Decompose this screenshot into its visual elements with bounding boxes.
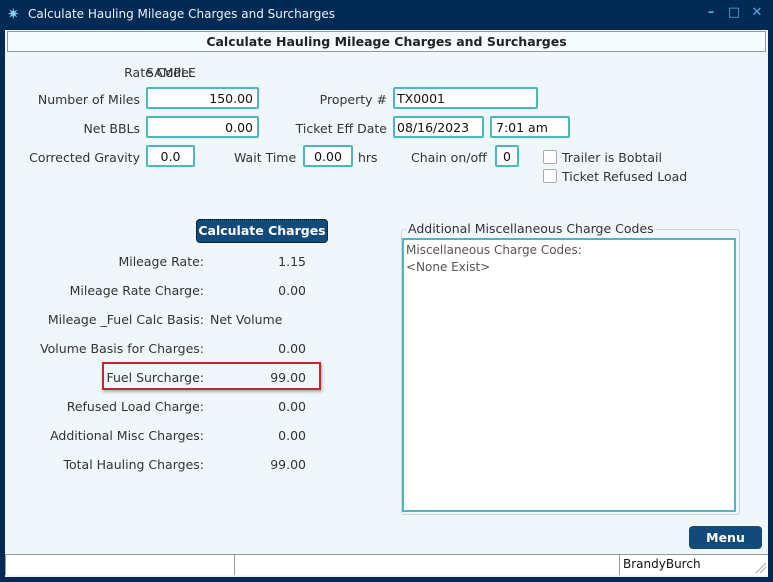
misc-charge-codes-textarea[interactable]: Miscellaneous Charge Codes: <None Exist> [402,238,736,512]
result-label: Total Hauling Charges: [63,457,204,472]
refused-load-label[interactable]: Ticket Refused Load [562,169,687,184]
result-value: 0.00 [278,428,306,443]
window-title: Calculate Hauling Mileage Charges and Su… [28,7,336,21]
status-username: BrandyBurch [623,557,701,571]
result-label: Additional Misc Charges: [50,428,204,443]
bobtail-checkbox[interactable] [543,150,557,164]
miles-label: Number of Miles [37,92,140,107]
property-input[interactable] [393,87,538,109]
result-value: 0.00 [278,399,306,414]
close-button[interactable]: ✕ [750,6,764,20]
property-label: Property # [319,92,387,107]
status-user: BrandyBurch [619,554,768,575]
result-value: 0.00 [278,283,306,298]
result-label: Mileage _Fuel Calc Basis: [47,312,204,327]
minimize-button[interactable]: – [704,6,718,20]
misc-codes-heading: Miscellaneous Charge Codes: [406,243,582,257]
gravity-label: Corrected Gravity [29,150,140,165]
result-label: Volume Basis for Charges: [40,341,204,356]
result-label: Mileage Rate: [118,254,204,269]
status-panel-2 [234,554,619,575]
result-label: Fuel Surcharge: [106,370,205,385]
ticket-date-label: Ticket Eff Date [295,121,387,136]
calculate-charges-button[interactable]: Calculate Charges [196,219,328,243]
ticket-date-input[interactable] [393,116,484,138]
misc-codes-value: <None Exist> [406,260,491,274]
client-area: Calculate Hauling Mileage Charges and Su… [5,30,768,577]
misc-charge-group-legend: Additional Miscellaneous Charge Codes [407,221,655,236]
ticket-time-input[interactable] [490,116,570,138]
gravity-input[interactable] [146,145,195,167]
result-value: 99.00 [270,370,306,385]
result-value: 99.00 [270,457,306,472]
resize-grip-icon[interactable] [754,561,766,573]
title-bar[interactable]: ✷ Calculate Hauling Mileage Charges and … [0,0,773,30]
result-value: Net Volume [210,312,283,327]
net-bbls-label: Net BBLs [83,121,140,136]
status-panel-1 [5,554,234,575]
maximize-button[interactable]: □ [727,6,741,20]
wait-time-label: Wait Time [234,150,297,165]
net-bbls-input[interactable] [146,116,259,138]
result-label: Refused Load Charge: [66,399,204,414]
chain-label: Chain on/off [411,150,487,165]
result-value: 1.15 [278,254,306,269]
refused-load-checkbox[interactable] [543,169,557,183]
chain-input[interactable] [495,145,519,167]
miles-input[interactable] [146,87,259,109]
wait-time-unit: hrs [358,150,378,165]
form-header: Calculate Hauling Mileage Charges and Su… [7,31,766,52]
result-label: Mileage Rate Charge: [69,283,204,298]
wait-time-input[interactable] [303,145,353,167]
menu-button[interactable]: Menu [689,526,762,549]
app-logo-icon: ✷ [7,5,20,23]
result-value: 0.00 [278,341,306,356]
rate-code-value: SAMPLE [146,65,196,80]
bobtail-label[interactable]: Trailer is Bobtail [562,150,662,165]
